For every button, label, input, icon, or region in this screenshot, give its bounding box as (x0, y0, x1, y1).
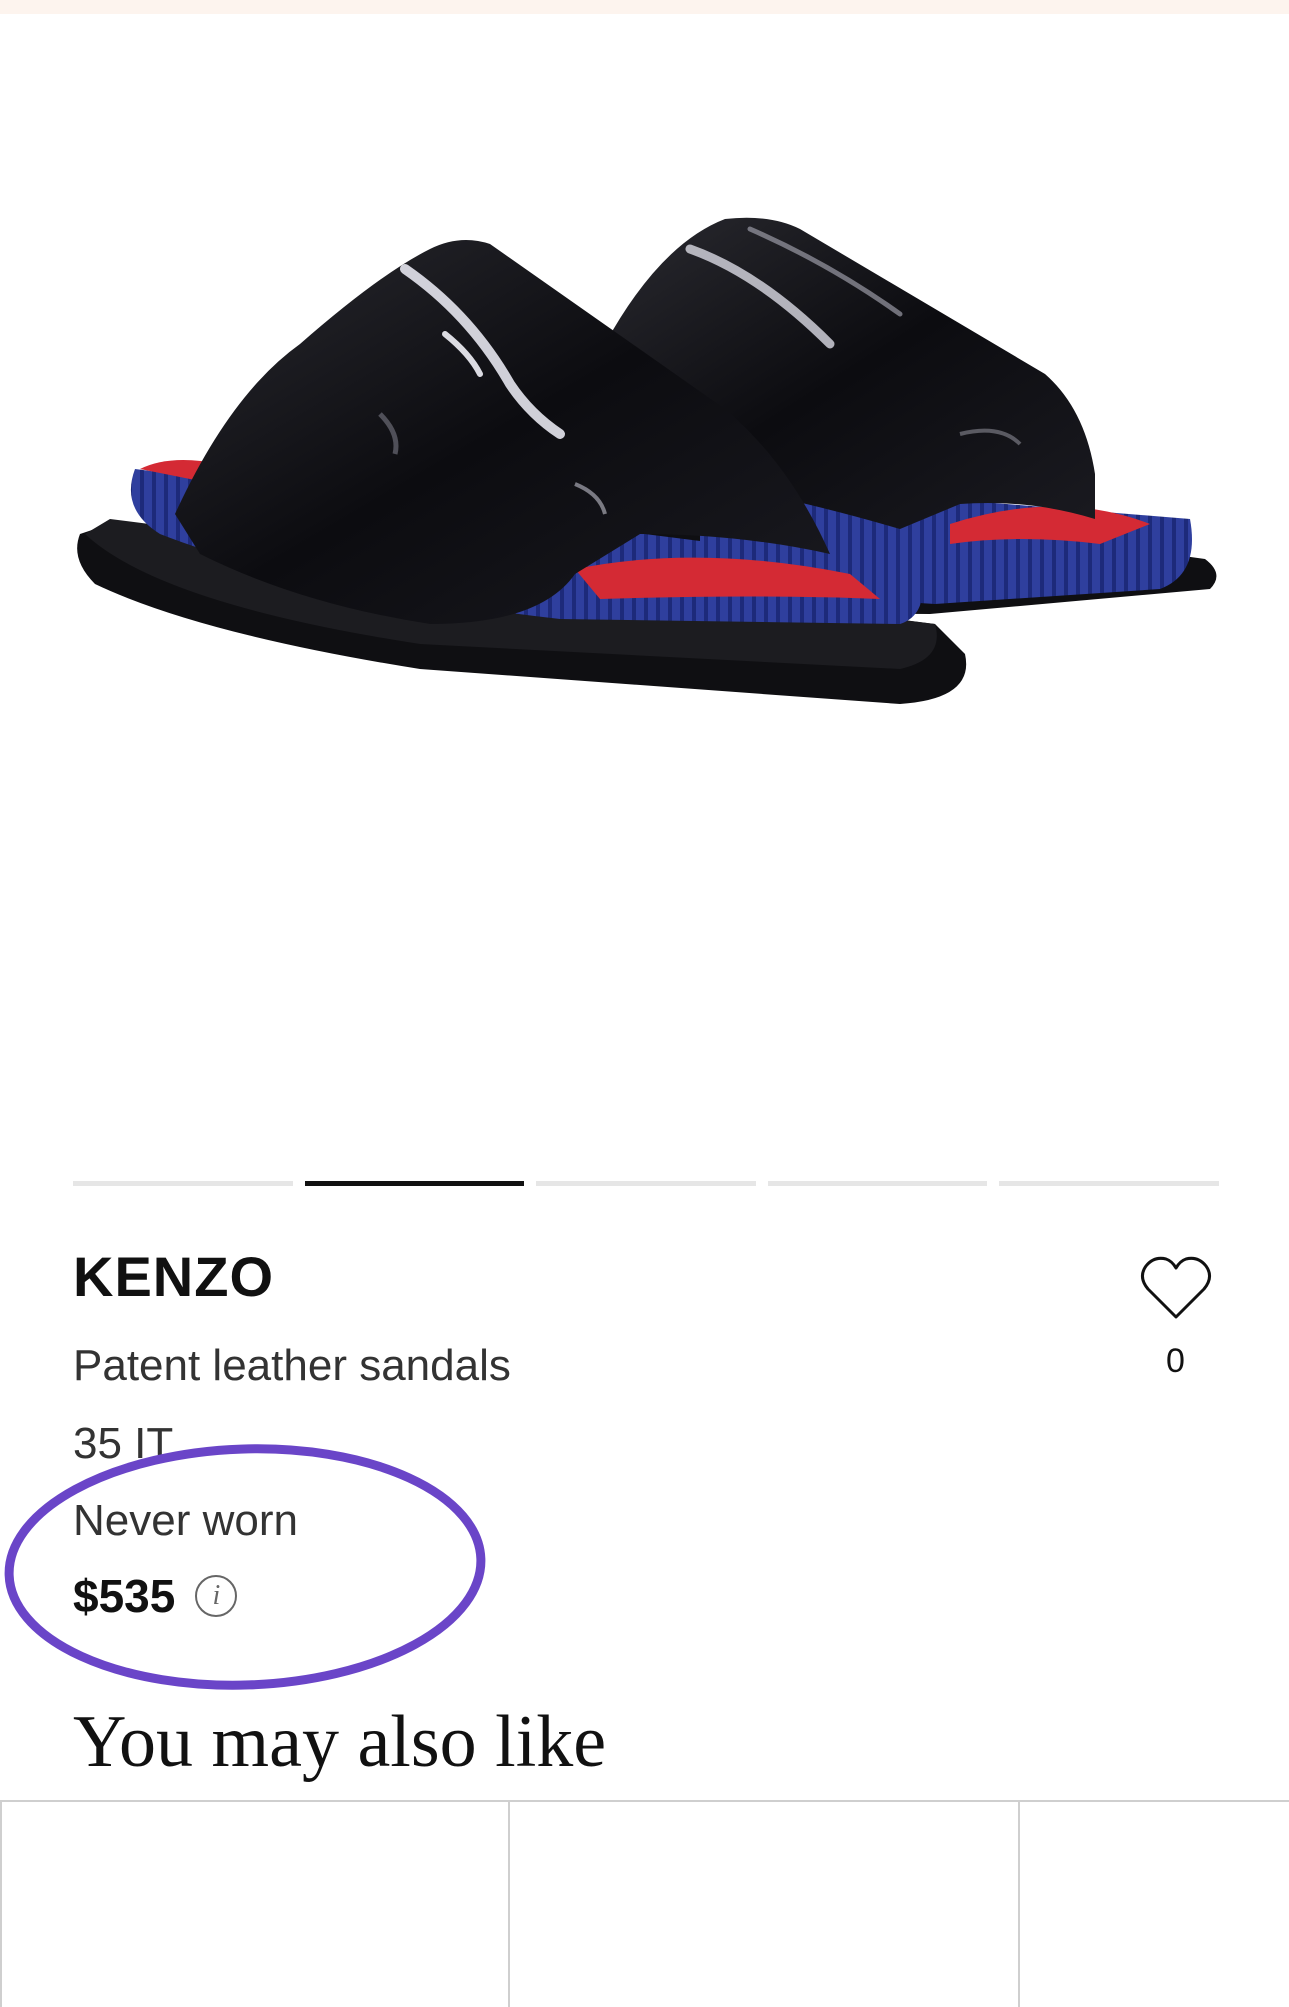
pagination-segment-5[interactable] (999, 1181, 1219, 1186)
price-info-icon[interactable]: i (195, 1575, 238, 1617)
recommendations-heading: You may also like (73, 1701, 607, 1783)
product-price: $535 (73, 1570, 176, 1622)
recommendation-card-2[interactable] (508, 1802, 1018, 2007)
price-row: $535 i (73, 1570, 238, 1622)
product-page: KENZO Patent leather sandals 35 IT Never… (0, 0, 1289, 2007)
product-condition: Never worn (73, 1496, 298, 1545)
product-image-sandals (77, 217, 1217, 704)
brand-name[interactable]: KENZO (73, 1245, 274, 1309)
pagination-segment-2-active[interactable] (304, 1181, 525, 1186)
recommendations-grid (0, 1800, 1289, 2007)
product-image-gallery[interactable] (0, 14, 1289, 1164)
pagination-segment-3[interactable] (536, 1181, 756, 1186)
product-title: Patent leather sandals (73, 1341, 511, 1390)
favorite-button[interactable]: 0 (1138, 1255, 1213, 1381)
heart-outline-icon[interactable] (1140, 1255, 1212, 1321)
gallery-pagination[interactable] (73, 1181, 1219, 1186)
pagination-segment-4[interactable] (767, 1181, 988, 1186)
pagination-segment-1[interactable] (73, 1181, 293, 1186)
product-size: 35 IT (73, 1419, 174, 1468)
recommendation-card-3[interactable] (1018, 1802, 1289, 2007)
top-banner-strip (0, 0, 1289, 14)
recommendation-card-1[interactable] (0, 1802, 510, 2007)
favorite-count: 0 (1166, 1342, 1185, 1380)
